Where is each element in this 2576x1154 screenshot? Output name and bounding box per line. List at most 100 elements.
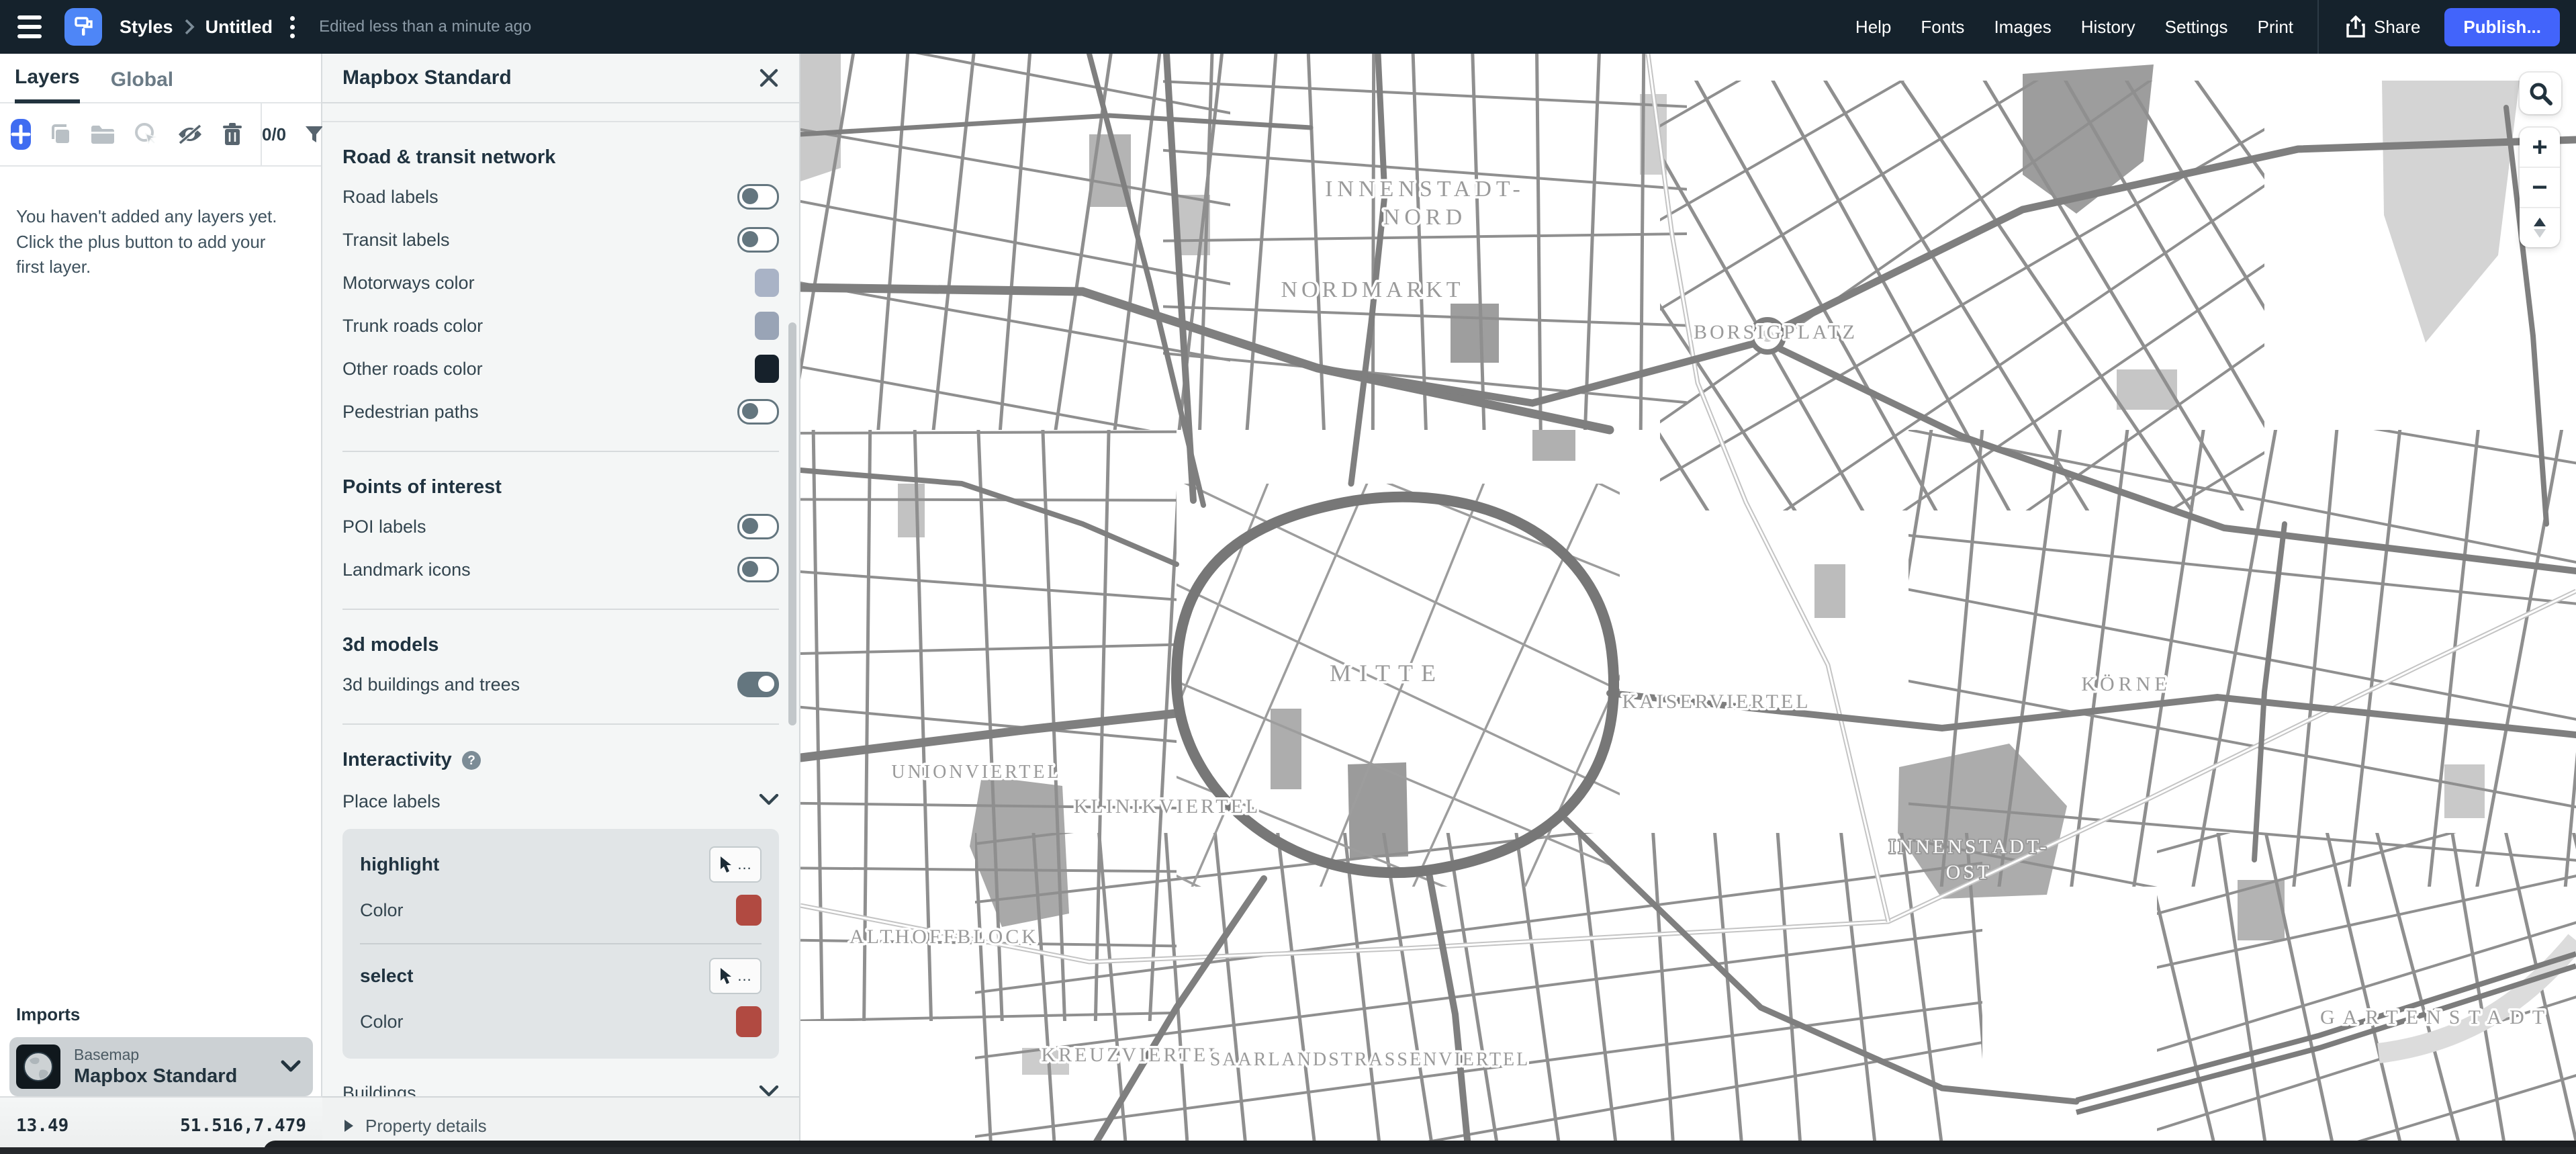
layers-sidebar: Layers Global [0,54,322,1154]
share-button[interactable]: Share [2346,15,2420,38]
breadcrumb-styles[interactable]: Styles [120,17,173,38]
pedestrian-paths-toggle[interactable] [737,399,779,425]
motorways-color-swatch[interactable] [755,269,779,297]
feature-name: select [360,965,413,987]
zoom-level: 13.49 [16,1116,68,1136]
interactivity-heading: Interactivity? [342,749,779,771]
empty-layers-message: You haven't added any layers yet. Click … [0,184,314,300]
road-labels-toggle[interactable] [737,184,779,210]
nav-item-help[interactable]: Help [1855,17,1891,38]
group-layers-button[interactable] [90,124,116,145]
breadcrumb-chevron-icon [184,18,195,36]
help-icon[interactable]: ? [461,750,481,770]
plus-icon [11,124,31,144]
select-on-map-button[interactable] [133,122,158,147]
compass-icon [2532,217,2547,238]
nav-item-print[interactable]: Print [2258,17,2293,38]
add-layer-button[interactable] [11,119,31,150]
panel-header: Mapbox Standard [322,54,799,102]
feature-row-highlight: highlight... [360,842,762,887]
map-label-borsigplatz: BORSIGPLATZ [1694,321,1857,343]
cursor-icon [719,967,733,985]
setting-label: Trunk roads color [342,316,483,337]
delete-layer-button[interactable] [222,122,243,146]
duplicate-layer-button[interactable] [48,122,73,146]
svg-text:?: ? [467,754,475,768]
folder-icon [90,124,116,145]
layer-count: 0/0 [262,124,286,145]
basemap-import-card[interactable]: Basemap Mapbox Standard [9,1037,313,1096]
setting-label: Landmark icons [342,560,471,580]
menu-icon[interactable] [17,15,44,38]
landmark-icons-toggle[interactable] [737,557,779,582]
style-options-kebab-icon[interactable] [286,12,299,42]
other-roads-color-swatch[interactable] [755,355,779,383]
setting-row-3d-buildings-and-trees: 3d buildings and trees [342,663,779,706]
trash-icon [222,122,243,146]
place-labels-label: Place labels [342,791,441,812]
section-heading: Points of interest [342,476,779,498]
layers-toolbar: 0/0 [0,103,321,167]
breadcrumb-current: Untitled [205,17,273,38]
import-name: Mapbox Standard [74,1065,237,1088]
map-label-innenstadt-: INNENSTADT- [1889,836,2050,858]
edited-status: Edited less than a minute ago [319,17,531,36]
setting-row-landmark-icons: Landmark icons [342,548,779,591]
3d-buildings-and-trees-toggle[interactable] [737,672,779,697]
map-label-kreuzviertel: KREUZVIERTEL [1041,1044,1223,1066]
chevron-down-icon [281,1060,301,1073]
hide-layer-button[interactable] [176,123,204,146]
tab-global[interactable]: Global [111,69,173,102]
interactivity-label: Interactivity [342,749,452,771]
map-label-mitte: MITTE [1330,660,1444,686]
setting-label: Road labels [342,187,439,208]
paint-roller-icon [72,15,95,38]
map-label-nord: NORD [1383,205,1467,230]
globe-icon [21,1050,55,1083]
mapbox-studio-logo[interactable] [64,8,102,46]
panel-body: Road & transit networkRoad labelsTransit… [322,146,799,1143]
highlight-color-swatch[interactable] [736,895,762,926]
select-cursor-button[interactable]: ... [709,958,762,994]
nav-item-fonts[interactable]: Fonts [1921,17,1964,38]
zoom-in-button[interactable]: + [2520,128,2560,167]
nav-item-settings[interactable]: Settings [2165,17,2228,38]
setting-row-road-labels: Road labels [342,175,779,218]
setting-label: POI labels [342,517,426,537]
map-label-unionviertel: UNIONVIERTEL [891,762,1061,783]
nav-item-images[interactable]: Images [1994,17,2051,38]
zoom-out-button[interactable]: − [2520,167,2560,207]
nav-item-history[interactable]: History [2081,17,2135,38]
place-labels-interactions-card: highlight... Color select... Color [342,829,779,1059]
poi-labels-toggle[interactable] [737,514,779,539]
triangle-right-icon [342,1118,355,1133]
section-heading: 3d models [342,634,779,656]
trunk-roads-color-swatch[interactable] [755,312,779,340]
setting-row-transit-labels: Transit labels [342,218,779,261]
tab-layers[interactable]: Layers [15,66,80,103]
basemap-import-info: Basemap Mapbox Standard [74,1046,237,1088]
map-search-button[interactable] [2520,73,2561,114]
chevron-down-icon [759,1085,779,1098]
panel-scrollbar[interactable] [788,322,796,725]
map-canvas[interactable]: INNENSTADT-NORDNORDMARKTBORSIGPLATZMITTE… [800,54,2576,1154]
select-color-swatch[interactable] [736,1006,762,1037]
import-kind: Basemap [74,1046,237,1064]
color-label: Color [360,900,404,921]
map-label-k-rne: KÖRNE [2081,673,2170,695]
top-bar: Styles Untitled Edited less than a minut… [0,0,2576,54]
screen-bottom-edge [0,1147,2576,1154]
publish-button[interactable]: Publish... [2444,8,2560,46]
feature-name: highlight [360,854,439,875]
setting-row-pedestrian-paths: Pedestrian paths [342,390,779,433]
highlight-cursor-button[interactable]: ... [709,846,762,883]
share-label: Share [2374,17,2420,38]
transit-labels-toggle[interactable] [737,227,779,253]
color-label: Color [360,1012,404,1032]
place-labels-group[interactable]: Place labels [342,778,779,825]
share-icon [2346,15,2366,38]
map-label-gartenstadt: GARTENSTADT [2320,1006,2552,1028]
compass-button[interactable] [2520,207,2560,247]
close-icon[interactable] [759,68,779,88]
setting-row-other-roads-color: Other roads color [342,347,779,390]
